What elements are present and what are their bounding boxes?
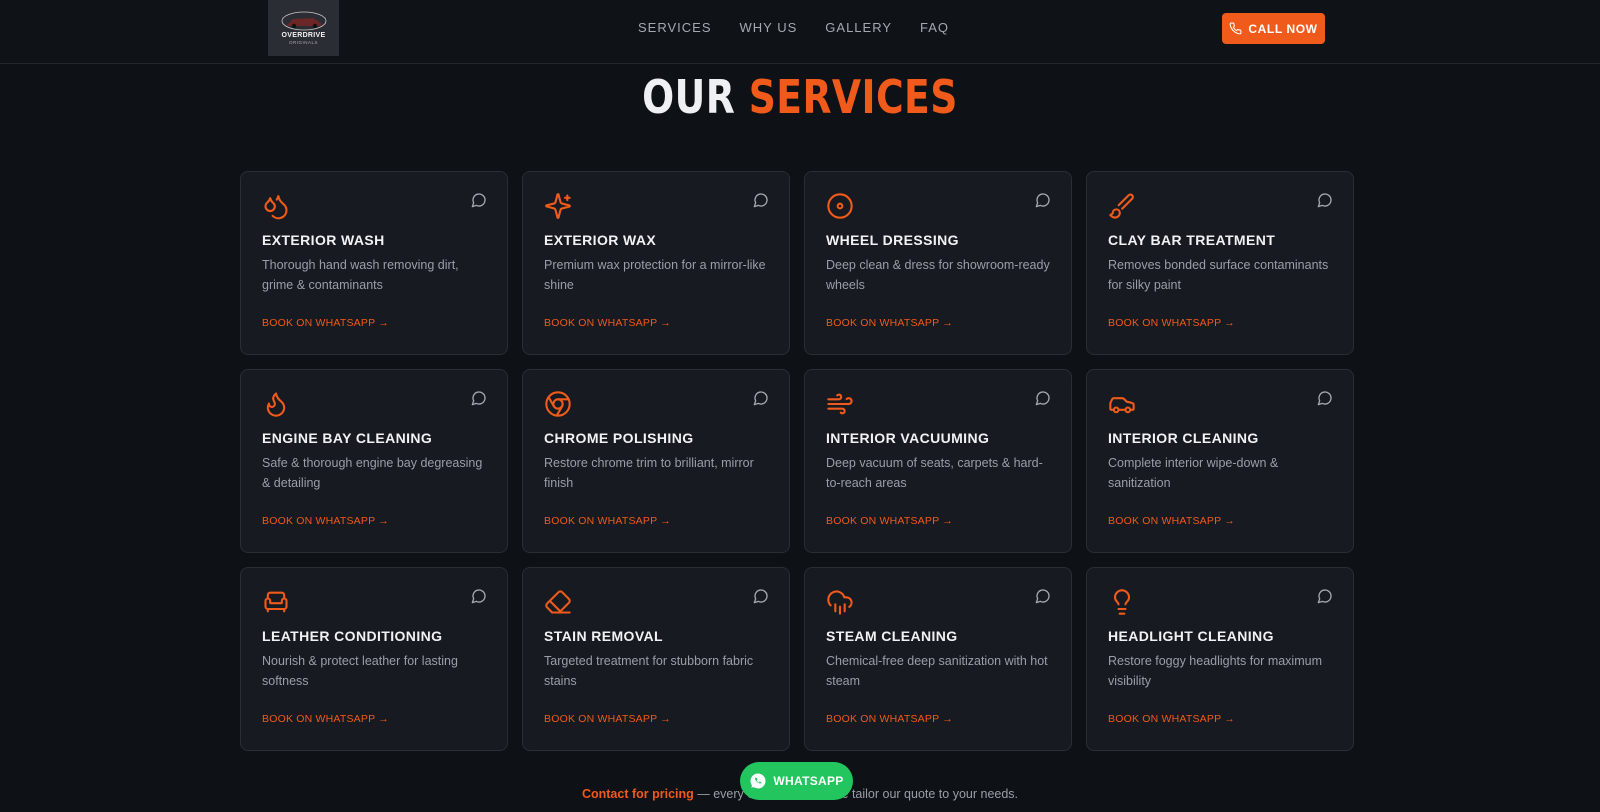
section-title: OUR SERVICES [144, 70, 1456, 124]
service-card: LEATHER CONDITIONING Nourish & protect l… [240, 567, 508, 751]
service-title: CHROME POLISHING [544, 430, 694, 446]
book-whatsapp-link[interactable]: BOOK ON WHATSAPP → [544, 515, 671, 527]
chat-bubble-icon[interactable] [753, 588, 769, 604]
call-now-label: CALL NOW [1248, 21, 1318, 36]
wind-icon [826, 390, 854, 418]
chat-bubble-icon[interactable] [1035, 588, 1051, 604]
service-title: STEAM CLEANING [826, 628, 958, 644]
service-title: EXTERIOR WAX [544, 232, 657, 248]
nav-link-services[interactable]: SERVICES [638, 20, 712, 35]
service-card: CHROME POLISHING Restore chrome trim to … [522, 369, 790, 553]
service-title: HEADLIGHT CLEANING [1108, 628, 1274, 644]
service-description: Deep clean & dress for showroom-ready wh… [826, 258, 1050, 292]
service-title: WHEEL DRESSING [826, 232, 959, 248]
call-now-button[interactable]: CALL NOW [1222, 13, 1325, 44]
book-whatsapp-link[interactable]: BOOK ON WHATSAPP → [826, 317, 953, 329]
chat-bubble-icon[interactable] [1317, 588, 1333, 604]
flame-icon [262, 390, 290, 418]
service-title: ENGINE BAY CLEANING [262, 430, 433, 446]
pricing-note-accent: Contact for pricing [581, 787, 694, 801]
service-title: LEATHER CONDITIONING [262, 628, 443, 644]
service-title: CLAY BAR TREATMENT [1108, 232, 1276, 248]
service-card: STEAM CLEANING Chemical-free deep saniti… [804, 567, 1072, 751]
service-description: Targeted treatment for stubborn fabric s… [544, 654, 754, 688]
logo-subtitle: ORIGINALS [288, 40, 318, 45]
service-card: EXTERIOR WAX Premium wax protection for … [522, 171, 790, 355]
service-card: WHEEL DRESSING Deep clean & dress for sh… [804, 171, 1072, 355]
droplets-icon [262, 192, 290, 220]
whatsapp-icon [750, 773, 766, 789]
service-description: Restore foggy headlights for maximum vis… [1108, 654, 1322, 688]
service-title: INTERIOR VACUUMING [826, 430, 990, 446]
service-description: Premium wax protection for a mirror-like… [544, 258, 766, 292]
service-card: ENGINE BAY CLEANING Safe & thorough engi… [240, 369, 508, 553]
book-whatsapp-link[interactable]: BOOK ON WHATSAPP → [544, 317, 671, 329]
service-card: INTERIOR CLEANING Complete interior wipe… [1086, 369, 1354, 553]
service-description: Thorough hand wash removing dirt, grime … [262, 258, 459, 292]
section-title-part2: SERVICES [748, 70, 958, 124]
disc-icon [826, 192, 854, 220]
eraser-icon [544, 588, 572, 616]
nav-link-gallery[interactable]: GALLERY [825, 20, 892, 35]
book-whatsapp-link[interactable]: BOOK ON WHATSAPP → [262, 515, 389, 527]
armchair-icon [262, 588, 290, 616]
book-whatsapp-link[interactable]: BOOK ON WHATSAPP → [826, 515, 953, 527]
book-whatsapp-link[interactable]: BOOK ON WHATSAPP → [1108, 515, 1235, 527]
book-whatsapp-link[interactable]: BOOK ON WHATSAPP → [1108, 317, 1235, 329]
book-whatsapp-link[interactable]: BOOK ON WHATSAPP → [262, 713, 389, 725]
service-card: CLAY BAR TREATMENT Removes bonded surfac… [1086, 171, 1354, 355]
brand-logo[interactable]: OVERDRIVE ORIGINALS [268, 0, 339, 56]
chat-bubble-icon[interactable] [471, 390, 487, 406]
whatsapp-label: WHATSAPP [773, 774, 844, 788]
service-description: Complete interior wipe-down & sanitizati… [1108, 456, 1279, 490]
chat-bubble-icon[interactable] [471, 588, 487, 604]
cloud-rain-icon [826, 588, 854, 616]
lightbulb-icon [1108, 588, 1136, 616]
service-title: INTERIOR CLEANING [1108, 430, 1259, 446]
service-card: STAIN REMOVAL Targeted treatment for stu… [522, 567, 790, 751]
car-icon [1108, 390, 1136, 418]
book-whatsapp-link[interactable]: BOOK ON WHATSAPP → [1108, 713, 1235, 725]
phone-icon [1229, 22, 1242, 35]
service-title: EXTERIOR WASH [262, 232, 385, 248]
chat-bubble-icon[interactable] [1035, 390, 1051, 406]
chat-bubble-icon[interactable] [753, 390, 769, 406]
chat-bubble-icon[interactable] [753, 192, 769, 208]
nav-links: SERVICES WHY US GALLERY FAQ [638, 20, 949, 35]
book-whatsapp-link[interactable]: BOOK ON WHATSAPP → [544, 713, 671, 725]
service-card: EXTERIOR WASH Thorough hand wash removin… [240, 171, 508, 355]
chat-bubble-icon[interactable] [1035, 192, 1051, 208]
service-description: Removes bonded surface contaminants for … [1108, 258, 1329, 292]
car-logo-icon [281, 11, 326, 31]
brush-icon [1108, 192, 1136, 220]
nav-link-faq[interactable]: FAQ [920, 20, 949, 35]
top-nav: OVERDRIVE ORIGINALS SERVICES WHY US GALL… [0, 0, 1600, 64]
service-description: Deep vacuum of seats, carpets & hard-to-… [826, 456, 1043, 490]
service-description: Restore chrome trim to brilliant, mirror… [544, 456, 754, 490]
chat-bubble-icon[interactable] [1317, 390, 1333, 406]
chrome-icon [544, 390, 572, 418]
section-title-part1: OUR [642, 70, 736, 124]
service-card: HEADLIGHT CLEANING Restore foggy headlig… [1086, 567, 1354, 751]
logo-name: OVERDRIVE [281, 32, 326, 39]
service-description: Safe & thorough engine bay degreasing & … [262, 456, 483, 490]
service-title: STAIN REMOVAL [544, 628, 664, 644]
nav-link-why-us[interactable]: WHY US [740, 20, 798, 35]
whatsapp-button[interactable]: WHATSAPP [740, 762, 853, 800]
service-description: Chemical-free deep sanitization with hot… [826, 654, 1048, 688]
chat-bubble-icon[interactable] [1317, 192, 1333, 208]
service-card: INTERIOR VACUUMING Deep vacuum of seats,… [804, 369, 1072, 553]
service-description: Nourish & protect leather for lasting so… [262, 654, 458, 688]
book-whatsapp-link[interactable]: BOOK ON WHATSAPP → [826, 713, 953, 725]
services-grid: EXTERIOR WASH Thorough hand wash removin… [240, 171, 1354, 751]
chat-bubble-icon[interactable] [471, 192, 487, 208]
book-whatsapp-link[interactable]: BOOK ON WHATSAPP → [262, 317, 389, 329]
sparkles-icon [544, 192, 572, 220]
